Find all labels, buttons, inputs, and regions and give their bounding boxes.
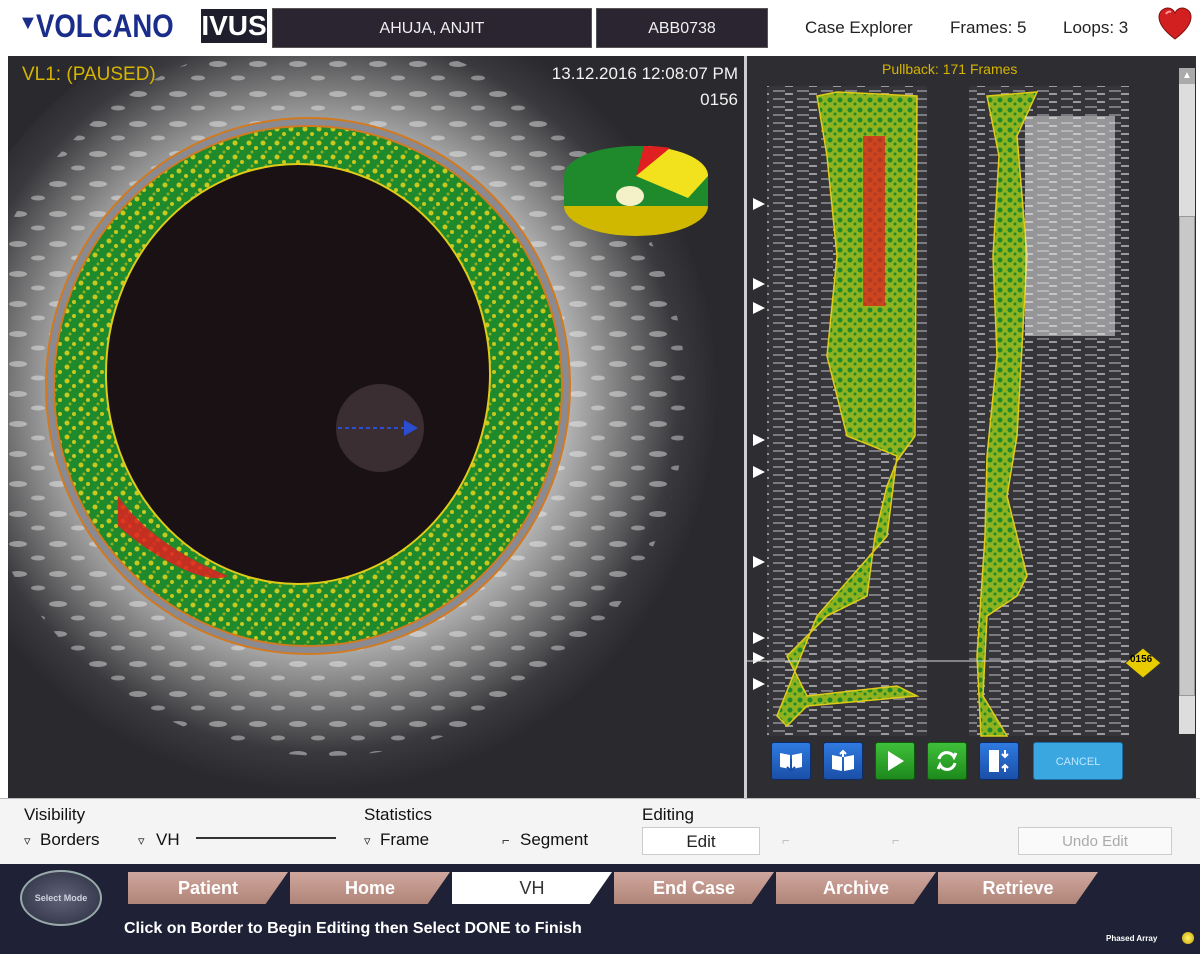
- scrollbar-thumb[interactable]: [1179, 216, 1195, 696]
- heart-icon[interactable]: [1158, 6, 1192, 42]
- tab-vh[interactable]: VH: [452, 872, 612, 904]
- edit-option-checkbox-2[interactable]: ⌐: [892, 833, 900, 848]
- borders-label: Borders: [40, 830, 100, 849]
- tab-patient[interactable]: Patient: [128, 872, 288, 904]
- logo-mark: ▼: [18, 12, 38, 34]
- longitudinal-view[interactable]: Pullback: 171 Frames 0156 ▲ CANCEL: [744, 56, 1196, 798]
- edit-button[interactable]: Edit: [642, 827, 760, 855]
- loop-button[interactable]: [927, 742, 967, 780]
- longitudinal-image[interactable]: [747, 56, 1196, 798]
- status-led-icon: [1182, 932, 1194, 944]
- frame-radio[interactable]: ▿: [364, 833, 371, 849]
- borders-checkbox[interactable]: ▿: [24, 833, 31, 849]
- editing-title: Editing: [642, 805, 694, 824]
- vh-legend-line: [196, 837, 336, 839]
- visibility-title: Visibility: [24, 805, 86, 824]
- frames-count: Frames: 5: [950, 18, 1027, 37]
- play-icon: [888, 751, 904, 771]
- tab-home[interactable]: Home: [290, 872, 450, 904]
- play-button[interactable]: [875, 742, 915, 780]
- refresh-icon: [936, 751, 958, 771]
- product-logo: IVUS: [201, 9, 267, 43]
- tab-archive[interactable]: Archive: [776, 872, 936, 904]
- compress-button[interactable]: [979, 742, 1019, 780]
- case-explorer-link[interactable]: Case Explorer: [805, 18, 913, 38]
- vh-label: VH: [156, 830, 180, 849]
- bookmark-down-icon: [780, 753, 802, 773]
- statistics-title: Statistics: [364, 805, 433, 824]
- segment-label: Segment: [520, 830, 589, 849]
- playback-status: VL1: (PAUSED): [22, 64, 156, 85]
- acquisition-datetime: 13.12.2016 12:08:07 PM: [551, 64, 738, 83]
- open-book-icon: [832, 749, 854, 771]
- book-button[interactable]: [823, 742, 863, 780]
- frame-number: 0156: [700, 90, 738, 109]
- bookmark-button[interactable]: [771, 742, 811, 780]
- ivus-cross-section-image[interactable]: [8, 56, 744, 798]
- frame-label: Frame: [380, 830, 430, 849]
- scroll-up-arrow[interactable]: ▲: [1179, 68, 1195, 84]
- patient-name: AHUJA, ANJIT: [272, 8, 592, 48]
- app-header: ▼ VOLCANO IVUS AHUJA, ANJIT ABB0738 Case…: [0, 0, 1200, 52]
- edit-option-checkbox-1[interactable]: ⌐: [782, 833, 790, 848]
- loops-count: Loops: 3: [1063, 18, 1129, 37]
- options-panel: Visibility ▿ Borders ▿ VH Statistics ▿ F…: [0, 798, 1200, 864]
- ivus-cross-section-view[interactable]: VL1: (PAUSED) 13.12.2016 12:08:07 PM 015…: [8, 56, 744, 798]
- tab-end-case[interactable]: End Case: [614, 872, 774, 904]
- phased-array-label: Phased Array: [1106, 934, 1158, 943]
- vh-checkbox[interactable]: ▿: [138, 833, 145, 849]
- undo-edit-button[interactable]: Undo Edit: [1018, 827, 1172, 855]
- segment-radio[interactable]: ⌐: [502, 833, 510, 848]
- cancel-button[interactable]: CANCEL: [1033, 742, 1123, 780]
- patient-id: ABB0738: [596, 8, 768, 48]
- instruction-text: Click on Border to Begin Editing then Se…: [124, 920, 582, 937]
- pullback-frames-label: Pullback: 171 Frames: [882, 61, 1018, 77]
- current-frame-marker-label: 0156: [1130, 654, 1153, 665]
- bottom-nav-bar: Select Mode Patient Home VH End Case Arc…: [0, 864, 1200, 954]
- brand-logo: VOLCANO: [36, 8, 174, 44]
- compress-icon: [989, 750, 1009, 772]
- select-mode-button[interactable]: Select Mode: [20, 870, 102, 926]
- tab-retrieve[interactable]: Retrieve: [938, 872, 1098, 904]
